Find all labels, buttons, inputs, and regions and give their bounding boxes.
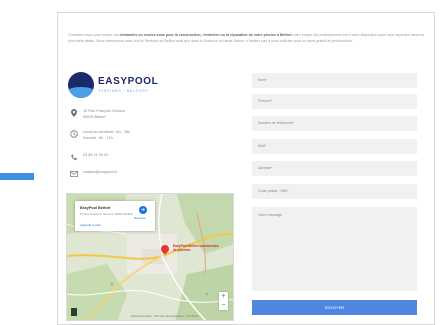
address-field[interactable]: Adresse* (252, 161, 417, 176)
logo-icon (68, 72, 94, 98)
phone-number[interactable]: 03 84 21 00 00 (83, 153, 108, 161)
submit-button[interactable]: ENVOYER (252, 300, 417, 315)
map-pin-icon (70, 109, 78, 117)
email-icon (70, 170, 78, 178)
accent-bar (0, 173, 34, 180)
google-map[interactable]: EasyPool Belfort 10 Rue François Genoux,… (66, 193, 234, 321)
street-view-icon[interactable] (71, 308, 77, 316)
email-field[interactable]: Mail* (252, 139, 417, 154)
address-line2: 90000 Belfort (83, 114, 106, 119)
map-marker-label: EasyPool Belfort construction de piscine… (173, 244, 219, 252)
directions-icon[interactable]: ➜ (139, 206, 147, 214)
postal-city-field[interactable]: Code postal - Ville* (252, 184, 417, 199)
phone-info: 03 84 21 00 00 (70, 153, 108, 161)
phone-field[interactable]: Numéro de téléphone* (252, 116, 417, 131)
hours-info: Lundi au vendredi : 8h - 18h Samedi : 8h… (70, 130, 130, 141)
address-info: 10 Rue François Genoux 90000 Belfort (70, 109, 125, 120)
contact-page: Contactez nous pour toutes vos demandes … (57, 12, 435, 325)
phone-icon (70, 153, 78, 161)
map-zoom-control[interactable]: + − (219, 292, 228, 310)
zoom-in-icon[interactable]: + (219, 292, 228, 301)
map-place-address: 10 Rue François Genoux, 90000 Belfort (80, 212, 133, 216)
directions-label[interactable]: Itinéraire (134, 216, 146, 220)
map-place-name: EasyPool Belfort (80, 206, 111, 210)
message-textarea[interactable]: Votre message (252, 207, 417, 291)
map-enlarge-link[interactable]: Agrandir le plan (80, 223, 101, 227)
email-address[interactable]: contact@easypool.fr (83, 170, 118, 178)
brand-name: EASYPOOL (98, 76, 159, 87)
brand-tagline: PISCINES · BELFORT (99, 89, 149, 93)
zoom-out-icon[interactable]: − (219, 301, 228, 310)
address-line1: 10 Rue François Genoux (83, 109, 126, 113)
hours-line1: Lundi au vendredi : 8h - 18h (83, 130, 131, 134)
email-info: contact@easypool.fr (70, 170, 118, 178)
nom-field[interactable]: Nom* (252, 73, 417, 88)
hours-line2: Samedi : 8h - 12h (83, 135, 113, 140)
intro-part1: Contactez nous pour toutes vos (68, 33, 120, 37)
intro-text: Contactez nous pour toutes vos demandes … (68, 32, 424, 44)
brand-logo[interactable]: EASYPOOL PISCINES · BELFORT (68, 72, 188, 98)
prenom-field[interactable]: Prénom* (252, 94, 417, 109)
map-footer: Raccourcis clavier · Données cartographi… (131, 315, 199, 318)
clock-icon (70, 130, 78, 138)
intro-highlight: demandes ou rendez-vous pour la construc… (119, 33, 292, 37)
map-info-card: EasyPool Belfort 10 Rue François Genoux,… (75, 201, 155, 231)
